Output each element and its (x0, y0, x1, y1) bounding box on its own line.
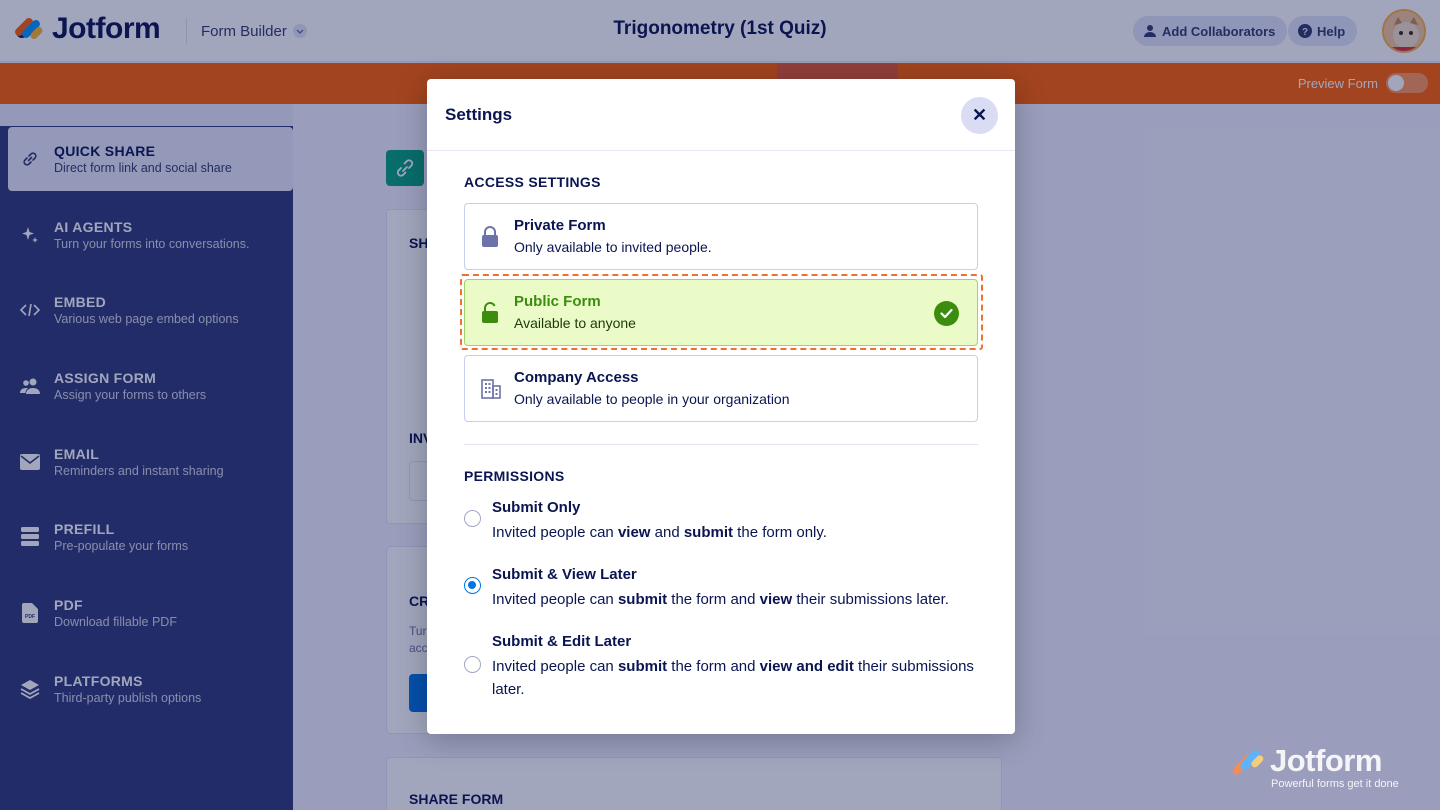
permission-desc: Invited people can view and submit the f… (492, 524, 827, 541)
jotform-watermark-icon (1234, 750, 1264, 775)
section-divider (464, 444, 978, 445)
radio-button[interactable] (464, 510, 481, 527)
access-option-desc: Only available to invited people. (514, 239, 712, 255)
permission-title: Submit & View Later (492, 566, 637, 583)
settings-modal: Settings ✕ ACCESS SETTINGS Private Form … (427, 79, 1015, 734)
permission-title: Submit Only (492, 499, 581, 516)
selected-check-icon (934, 301, 959, 326)
watermark-subtitle: Powerful forms get it done (1271, 778, 1399, 790)
access-option-company[interactable]: Company Access Only available to people … (464, 355, 978, 422)
radio-button[interactable] (464, 656, 481, 673)
unlock-icon (482, 302, 498, 323)
access-option-public[interactable]: Public Form Available to anyone (464, 279, 978, 346)
close-icon: ✕ (971, 105, 988, 125)
building-icon (481, 379, 501, 399)
permission-desc: Invited people can submit the form and v… (492, 591, 949, 608)
access-option-desc: Available to anyone (514, 315, 636, 331)
access-option-title: Public Form (514, 293, 601, 310)
access-option-title: Company Access (514, 369, 639, 386)
close-button[interactable]: ✕ (961, 97, 998, 134)
access-option-desc: Only available to people in your organiz… (514, 391, 790, 407)
radio-button-selected[interactable] (464, 577, 481, 594)
access-option-private[interactable]: Private Form Only available to invited p… (464, 203, 978, 270)
lock-icon (482, 226, 498, 247)
jotform-watermark: Jotform Powerful forms get it done (1232, 744, 1399, 790)
access-option-title: Private Form (514, 217, 606, 234)
modal-header: Settings ✕ (427, 79, 1015, 151)
access-settings-heading: ACCESS SETTINGS (464, 174, 601, 190)
permission-desc: Invited people can submit the form and v… (492, 658, 974, 698)
permissions-heading: PERMISSIONS (464, 468, 565, 484)
permission-title: Submit & Edit Later (492, 633, 632, 650)
modal-title: Settings (445, 105, 513, 124)
